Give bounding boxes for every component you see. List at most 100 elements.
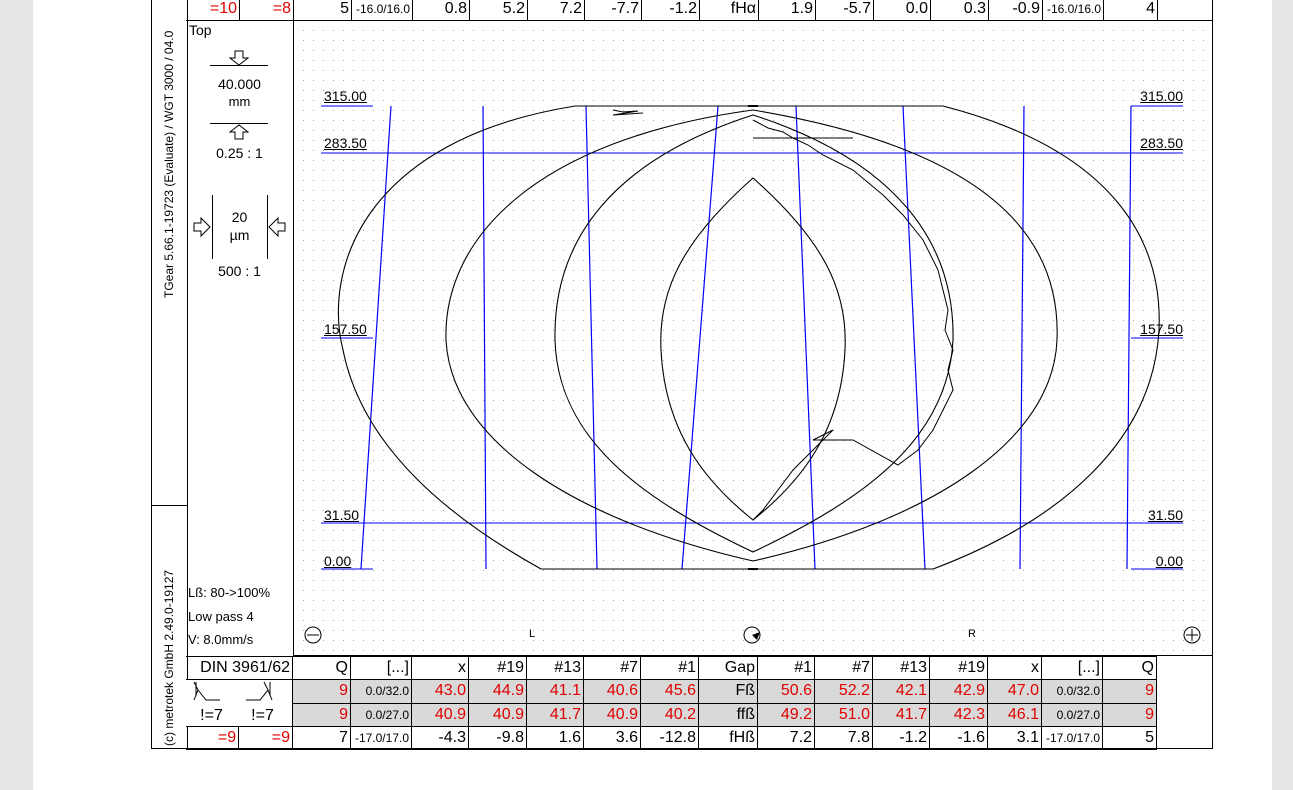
table-header-row: DIN 3961/62 Q [...] x #19 #13 #7 #1 Gap … [186,656,1157,680]
table-cell: 9 [1102,679,1157,704]
plot-canvas [293,20,1213,656]
top-left-mark-a: =10 [186,0,240,21]
table-cell: -1.6 [929,726,988,750]
top-cell: -7.7 [584,0,642,21]
zoom-out-icon[interactable] [304,626,322,644]
table-cell: 0.0/32.0 [1041,679,1103,704]
rotate-view-icon[interactable] [743,626,761,644]
left-flank-marker: L [529,628,536,640]
lowpass-text: Low pass 4 [188,609,254,624]
table-cell: 5 [1102,726,1157,750]
viewer-background-left [0,0,33,790]
table-cell: 7 [292,726,351,750]
table-cell: 1.6 [526,726,584,750]
column-header: [...] [1041,656,1103,680]
table-cell: -1.2 [872,726,930,750]
table-cell: 42.9 [929,679,988,704]
scale-bar-top [210,65,268,66]
top-cell: -1.2 [641,0,700,21]
column-header: #19 [929,656,988,680]
arrow-left-icon [268,217,286,237]
column-header: Gap [698,656,758,680]
speed-text: V: 8.0mm/s [188,632,254,647]
table-cell: 40.9 [583,702,641,727]
lb-range-text: Lß: 80->100% [188,585,271,600]
zoom-in-icon[interactable] [1183,626,1201,644]
top-cell: -0.9 [988,0,1043,21]
table-cell: 3.1 [987,726,1042,750]
table-cell: 9 [292,679,351,704]
table-cell: 0.0/27.0 [350,702,412,727]
table-cell: 46.1 [987,702,1042,727]
micron-value: 20 [231,209,248,225]
y-label-right-315: 315.00 [1140,88,1183,104]
table-cell: 47.0 [987,679,1042,704]
y-label-right-157: 157.50 [1140,321,1183,337]
column-header: #7 [814,656,873,680]
top-cell: fHα [699,0,759,21]
arrow-right-icon [193,217,211,237]
top-cell: 5.2 [469,0,528,21]
table-cell: 40.9 [468,702,527,727]
left-mark-3: =9 [186,726,240,750]
column-header: #13 [872,656,930,680]
table-cell: 40.6 [583,679,641,704]
column-header: [...] [350,656,412,680]
table-cell: 51.0 [814,702,873,727]
top-cell: 1.9 [758,0,816,21]
top-cell: 7.2 [527,0,585,21]
table-cell: 41.1 [526,679,584,704]
table-cell: 3.6 [583,726,641,750]
tolerance-symbols-cell: !=7 !=7 [186,679,293,727]
table-cell: 42.1 [872,679,930,704]
vertical-sidebar: TGear 5.66.1-19723 (Evaluate) / WGT 3000… [151,0,188,748]
table-cell: 7.2 [757,726,815,750]
arrow-down-icon [229,50,249,66]
copyright-text: (c) metrotek GmbH 2.49.0-19127 [162,569,176,746]
table-row: =9 =9 7 -17.0/17.0 -4.3 -9.8 1.6 3.6 -12… [186,726,1157,750]
table-cell: 9 [292,702,351,727]
y-label-right-31: 31.50 [1147,507,1183,523]
table-cell: 40.9 [411,702,469,727]
top-left-mark-b: =8 [239,0,294,21]
table-cell: 7.8 [814,726,873,750]
standard-label: DIN 3961/62 [186,656,293,680]
table-cell: 40.2 [640,702,699,727]
y-label-left-0: 0.00 [324,553,352,569]
column-header: x [987,656,1042,680]
table-cell: 0.0/32.0 [350,679,412,704]
table-cell: -9.8 [468,726,527,750]
column-header: #1 [757,656,815,680]
table-cell: 42.3 [929,702,988,727]
table-cell: -17.0/17.0 [350,726,412,750]
table-cell: Fß [698,679,758,704]
top-cell: 5 [293,0,352,21]
left-mark-2: !=7 [251,707,274,724]
table-cell: 43.0 [411,679,469,704]
top-cell: -16.0/16.0 [351,0,413,21]
y-label-right-283: 283.50 [1140,135,1183,151]
left-mark-1: !=7 [200,707,223,724]
column-header: #13 [526,656,584,680]
table-row: !=7 !=7 9 0.0/32.0 43.0 44.9 41.1 40.6 4… [186,679,1157,727]
column-header: x [411,656,469,680]
top-cell: 0.3 [930,0,989,21]
table-cell: 44.9 [468,679,527,704]
sidebar-divider [152,505,187,506]
table-cell: 52.2 [814,679,873,704]
column-header: #19 [468,656,527,680]
table-cell: 45.6 [640,679,699,704]
y-label-right-0: 0.00 [1155,553,1183,569]
table-cell: fHß [698,726,758,750]
table-cell: 50.6 [757,679,815,704]
scale-info-panel: Top 40.000 mm 0.25 : 1 20 µm 500 : 1 Lß:… [186,20,293,657]
table-cell: ffß [698,702,758,727]
arrow-up-icon [229,124,249,140]
column-header: #1 [640,656,699,680]
report-right-border [1212,0,1213,749]
y-label-left-157: 157.50 [324,321,367,337]
report-bottom-border [151,748,1213,749]
column-header: Q [292,656,351,680]
table-cell: 41.7 [872,702,930,727]
top-cell: 0.8 [412,0,470,21]
